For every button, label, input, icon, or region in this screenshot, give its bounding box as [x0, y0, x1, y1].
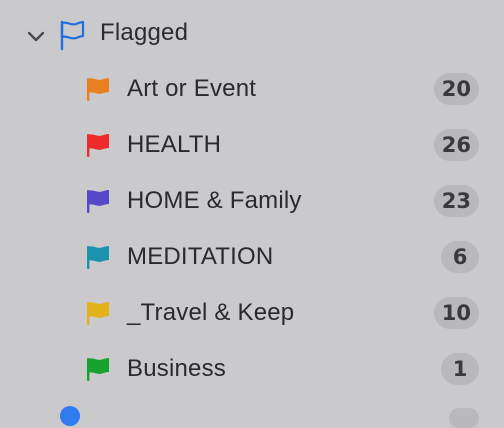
flagged-section-header[interactable]: Flagged [0, 6, 504, 60]
list-item[interactable]: Art or Event 20 [0, 60, 504, 116]
flag-icon [87, 358, 109, 381]
count-badge: 1 [441, 353, 479, 385]
section-title: Flagged [100, 19, 189, 46]
count-badge: 6 [441, 241, 479, 273]
flag-list: Art or Event 20 HEALTH 26 HOME & Family 23 MED… [0, 60, 504, 396]
list-item-label: _Travel & Keep [127, 299, 295, 326]
count-badge: 23 [433, 185, 479, 217]
list-item-label: HOME & Family [127, 187, 302, 214]
list-item[interactable]: MEDITATION 6 [0, 228, 504, 284]
flag-icon [87, 134, 109, 157]
list-item-label: Art or Event [127, 75, 257, 102]
list-item-label: MEDITATION [127, 243, 274, 270]
count-badge: 26 [433, 129, 479, 161]
list-item-label: Business [127, 355, 226, 382]
list-item[interactable]: HOME & Family 23 [0, 172, 504, 228]
flag-icon [87, 190, 109, 213]
list-item[interactable]: _Travel & Keep 10 [0, 284, 504, 340]
flag-icon [87, 78, 109, 101]
count-badge: 20 [433, 73, 479, 105]
next-section-badge [449, 408, 479, 428]
next-section-icon [60, 406, 80, 426]
flag-icon [87, 302, 109, 325]
sidebar: Flagged Art or Event 20 HEALTH 26 HOME & Fam… [0, 0, 504, 428]
list-item[interactable]: HEALTH 26 [0, 116, 504, 172]
flag-icon [87, 246, 109, 269]
list-item[interactable]: Business 1 [0, 340, 504, 396]
list-item-label: HEALTH [127, 131, 222, 158]
chevron-down-icon[interactable] [25, 25, 47, 47]
flag-outline-icon [60, 20, 85, 51]
count-badge: 10 [433, 297, 479, 329]
next-section-row[interactable] [0, 396, 504, 428]
